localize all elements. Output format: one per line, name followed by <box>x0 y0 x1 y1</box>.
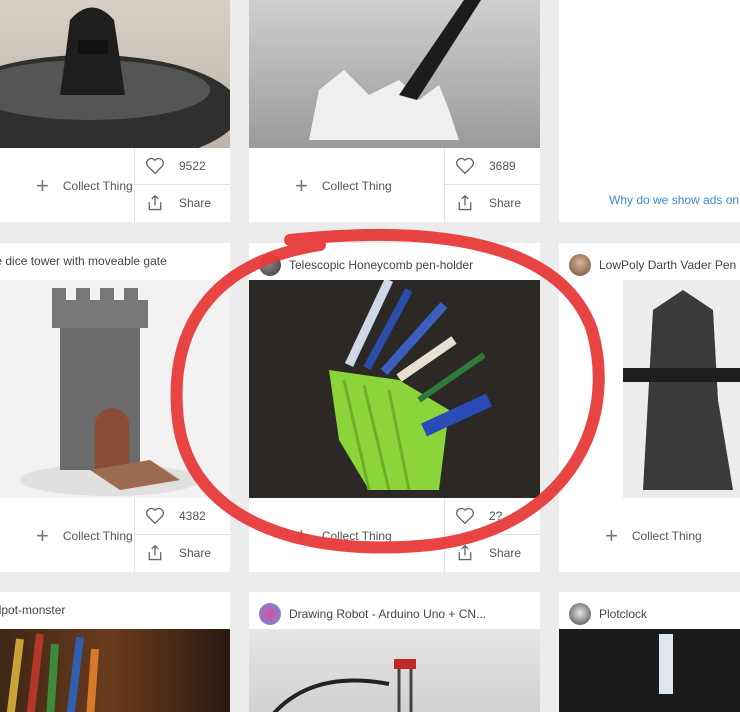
thing-card-pencilpot-monster: pencilpot-monster <box>0 592 230 712</box>
thing-title[interactable]: Castle dice tower with moveable gate <box>0 254 167 268</box>
like-button[interactable]: 3689 <box>445 148 540 185</box>
plus-icon: + <box>295 523 308 548</box>
thing-image[interactable] <box>249 278 540 498</box>
lowpoly-vader-photo <box>623 290 740 490</box>
share-button[interactable]: Share <box>135 535 230 571</box>
like-button[interactable]: 9522 <box>135 148 230 185</box>
avatar <box>569 603 591 625</box>
share-icon <box>458 194 472 211</box>
thing-title: Plotclock <box>599 607 648 621</box>
thing-title-row[interactable]: Plotclock <box>569 603 647 625</box>
share-label: Share <box>179 196 212 210</box>
like-count: 2? <box>489 509 503 523</box>
thing-image[interactable] <box>0 0 230 165</box>
collect-thing-button[interactable]: + Collect Thing <box>249 500 444 572</box>
pen-holder-photo <box>249 278 540 498</box>
thing-title: LowPoly Darth Vader Pen H <box>599 258 740 272</box>
thing-image[interactable] <box>559 629 740 712</box>
plus-icon: + <box>36 173 49 198</box>
share-button[interactable]: Share <box>445 535 540 571</box>
collect-thing-button[interactable]: + Collect Thing <box>249 150 444 222</box>
plotclock-photo <box>659 634 673 694</box>
thing-title[interactable]: pencilpot-monster <box>0 603 65 617</box>
pen-splash-photo <box>309 0 481 140</box>
thing-title-row[interactable]: Drawing Robot - Arduino Uno + CN... <box>259 603 486 625</box>
thing-image[interactable] <box>249 0 540 148</box>
thing-card-pen-splash: + Collect Thing 3689 Share <box>249 0 540 222</box>
dice-tower-render <box>20 288 200 496</box>
avatar <box>569 254 591 276</box>
vader-print-photo <box>0 7 230 165</box>
share-button[interactable]: Share <box>135 185 230 221</box>
thing-image[interactable] <box>0 280 230 498</box>
heart-icon <box>456 157 474 175</box>
plus-icon: + <box>36 523 49 548</box>
thing-image[interactable] <box>0 629 230 712</box>
heart-icon <box>146 507 164 525</box>
why-ads-link[interactable]: Why do we show ads on T <box>609 193 740 207</box>
like-count: 9522 <box>179 159 206 173</box>
collect-label: Collect Thing <box>631 529 702 543</box>
thing-card-honeycomb-pen-holder: Telescopic Honeycomb pen-holder + Collec… <box>249 243 540 572</box>
like-button[interactable]: 2? <box>445 498 540 535</box>
thing-image[interactable] <box>249 629 540 712</box>
thing-card-dice-tower: Castle dice tower with moveable gate + C… <box>0 243 230 572</box>
collect-thing-button[interactable]: + Collect Thing <box>0 500 134 572</box>
collect-label: Collect Thing <box>321 529 392 543</box>
heart-icon <box>146 157 164 175</box>
thing-card-drawing-robot: Drawing Robot - Arduino Uno + CN... <box>249 592 540 712</box>
thing-card-plotclock: Plotclock <box>559 592 740 712</box>
like-button[interactable]: 4382 <box>135 498 230 535</box>
drawing-robot-photo <box>272 659 416 712</box>
collect-label: Collect Thing <box>321 179 392 193</box>
collect-label: Collect Thing <box>62 529 133 543</box>
thing-card-lowpoly-vader: LowPoly Darth Vader Pen H + Collect Thin… <box>559 243 740 572</box>
share-label: Share <box>489 196 522 210</box>
share-icon <box>458 544 472 561</box>
plus-icon: + <box>295 173 308 198</box>
share-icon <box>148 544 162 561</box>
thing-title-row[interactable]: Telescopic Honeycomb pen-holder <box>259 254 473 276</box>
avatar <box>259 603 281 625</box>
thing-title: Drawing Robot - Arduino Uno + CN... <box>289 607 487 621</box>
thing-title: Telescopic Honeycomb pen-holder <box>289 258 474 272</box>
avatar <box>259 254 281 276</box>
share-icon <box>148 194 162 211</box>
colored-pencils-photo <box>6 633 99 712</box>
thing-card-vader-print: + Collect Thing 9522 Share <box>0 0 230 222</box>
ad-card <box>559 0 740 222</box>
share-button[interactable]: Share <box>445 185 540 221</box>
share-label: Share <box>179 546 212 560</box>
collect-thing-button[interactable]: + Collect Thing <box>559 500 740 572</box>
collect-thing-button[interactable]: + Collect Thing <box>0 150 134 222</box>
share-label: Share <box>489 546 522 560</box>
like-count: 4382 <box>179 509 206 523</box>
heart-icon <box>456 507 474 525</box>
like-count: 3689 <box>489 159 516 173</box>
collect-label: Collect Thing <box>62 179 133 193</box>
thing-title-row[interactable]: LowPoly Darth Vader Pen H <box>569 254 740 276</box>
thing-image[interactable] <box>623 280 740 498</box>
plus-icon: + <box>605 523 618 548</box>
